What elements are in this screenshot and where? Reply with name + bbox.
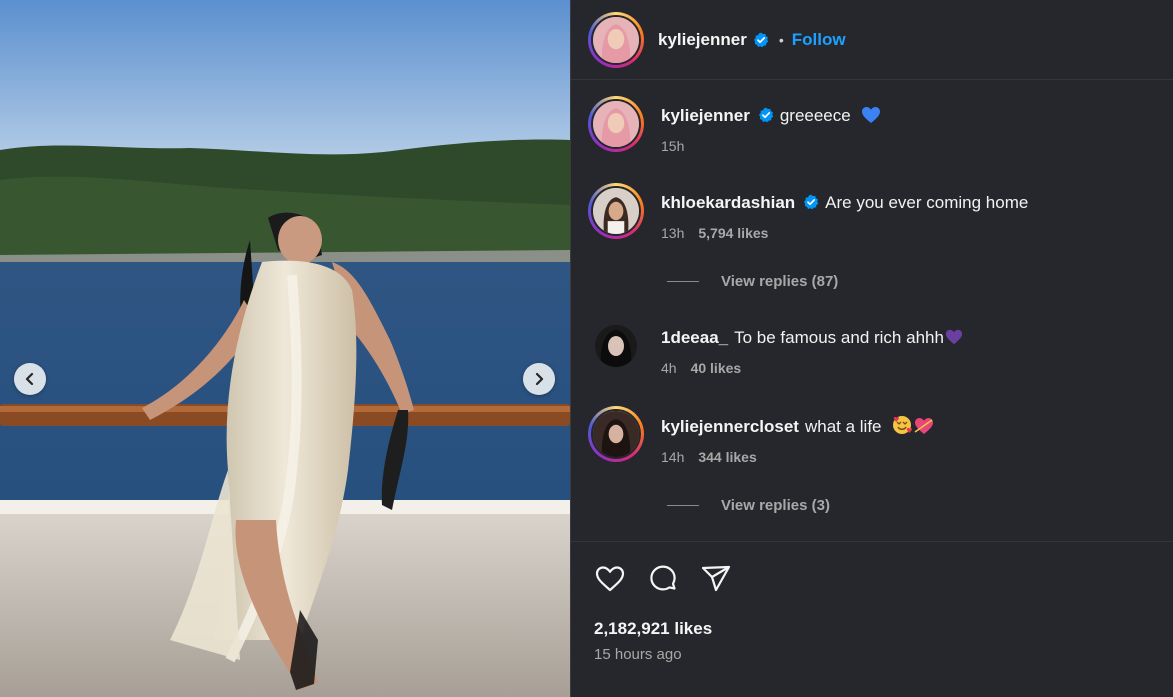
replies-divider: [667, 505, 699, 506]
post-footer: 2,182,921 likes 15 hours ago: [571, 541, 1173, 697]
chevron-left-icon: [25, 372, 34, 386]
comment-text: Are you ever coming home: [825, 193, 1029, 212]
comment-time: 4h: [661, 360, 677, 376]
comment-username[interactable]: khloekardashian: [661, 193, 795, 212]
author-avatar[interactable]: [588, 11, 644, 68]
comment-item: 1deeaa_ To be famous and rich ahhh 4h 40 l…: [588, 318, 963, 376]
action-bar: [593, 562, 752, 596]
post-likes-count[interactable]: 2,182,921 likes: [594, 619, 712, 639]
view-replies-label: View replies (3): [721, 497, 830, 514]
avatar-image: [593, 188, 639, 234]
comment-likes[interactable]: 40 likes: [691, 360, 742, 376]
post-photo: [0, 0, 570, 697]
comment-text: greeeece: [779, 106, 851, 125]
avatar-image: [593, 16, 639, 63]
comments-list[interactable]: kyliejenner greeeece 15h khloekardashian…: [571, 81, 1173, 541]
comment-time: 14h: [661, 449, 685, 465]
comment-avatar[interactable]: [588, 96, 644, 152]
author-username[interactable]: kyliejenner: [658, 30, 747, 50]
header-separator: •: [778, 31, 784, 48]
previous-photo-button[interactable]: [14, 363, 46, 395]
comment-avatar[interactable]: [588, 183, 644, 239]
comment-username[interactable]: kyliejenner: [661, 106, 750, 125]
comment-username[interactable]: 1deeaa_: [661, 328, 728, 347]
view-replies-button[interactable]: View replies (87): [667, 273, 838, 290]
view-replies-label: View replies (87): [721, 273, 839, 290]
comment-username[interactable]: kyliejennercloset: [661, 417, 799, 436]
replies-divider: [667, 281, 699, 282]
post-details-panel: kyliejenner • Follow kyliejenner greeeec…: [570, 0, 1173, 697]
view-replies-button[interactable]: View replies (3): [667, 497, 830, 514]
comment-bubble-icon: [650, 565, 676, 591]
comment-avatar[interactable]: [595, 325, 637, 367]
blue-heart-icon: [862, 107, 881, 123]
caption-item: kyliejenner greeeece 15h: [588, 96, 881, 154]
comment-likes[interactable]: 344 likes: [698, 449, 756, 465]
chevron-right-icon: [535, 372, 544, 386]
verified-badge-icon: [758, 107, 774, 123]
purple-heart-icon: [945, 329, 963, 345]
paper-plane-icon: [701, 565, 731, 592]
share-button[interactable]: [699, 562, 733, 596]
next-photo-button[interactable]: [523, 363, 555, 395]
avatar-image: [593, 411, 639, 457]
comment-time: 13h: [661, 225, 685, 241]
photo-scene: [0, 0, 570, 697]
follow-button[interactable]: Follow: [792, 30, 846, 50]
heart-with-arrow-icon: [914, 418, 934, 434]
heart-icon: [595, 566, 625, 592]
comment-text: To be famous and rich ahhh: [734, 328, 944, 347]
comment-item: kyliejennercloset what a life 14h 344 li…: [588, 406, 934, 465]
comment-text: what a life: [804, 417, 882, 436]
comment-button[interactable]: [646, 562, 680, 596]
comment-avatar[interactable]: [588, 406, 644, 462]
avatar-image: [593, 101, 639, 147]
comment-item: khloekardashian Are you ever coming home…: [588, 183, 1028, 241]
avatar-image: [595, 325, 637, 367]
post-timestamp: 15 hours ago: [594, 646, 682, 663]
comment-time: 15h: [661, 138, 685, 154]
verified-badge-icon: [753, 32, 769, 47]
comment-likes[interactable]: 5,794 likes: [698, 225, 768, 241]
verified-badge-icon: [804, 194, 819, 210]
post-header: kyliejenner • Follow: [571, 0, 1173, 80]
like-button[interactable]: [593, 562, 627, 596]
smiling-face-with-hearts-icon: [893, 416, 913, 434]
